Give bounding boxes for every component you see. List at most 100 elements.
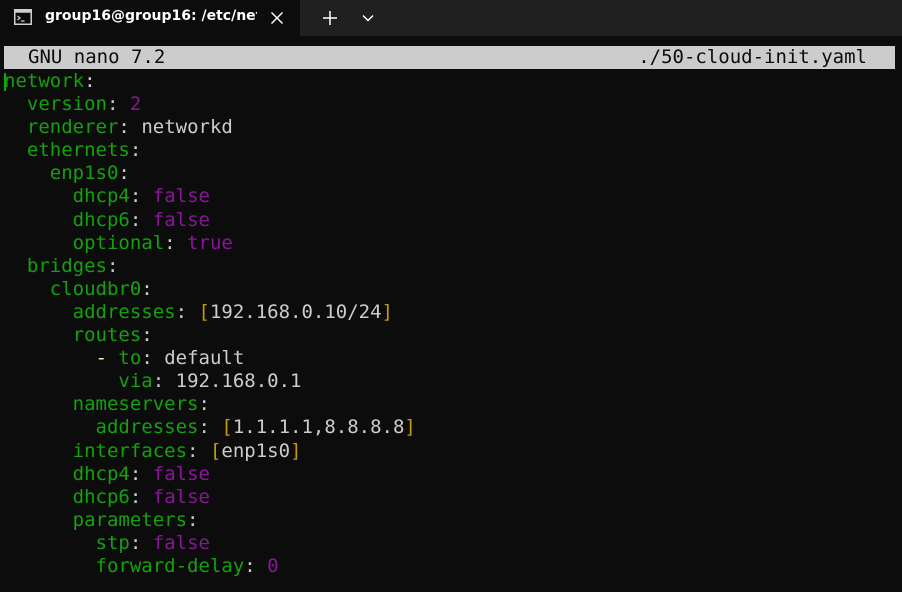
colon: : <box>129 531 142 554</box>
yaml-value: true <box>187 231 233 254</box>
code-line: dhcp4: false <box>4 185 416 208</box>
yaml-key: via <box>118 370 153 393</box>
yaml-value: default <box>164 347 245 370</box>
yaml-value: 1.1.1.1,8.8.8.8 <box>232 416 405 439</box>
yaml-key: enp1s0 <box>49 162 119 185</box>
colon: : <box>175 300 188 323</box>
nano-filename: ./50-cloud-init.yaml <box>638 46 867 68</box>
yaml-key: network <box>4 70 85 92</box>
colon: : <box>141 347 153 370</box>
code-line: - to: default <box>4 347 416 370</box>
yaml-key: forward-delay <box>95 554 245 577</box>
code-line: dhcp6: false <box>4 209 416 232</box>
yaml-key: dhcp6 <box>72 485 130 508</box>
code-line: ethernets: <box>4 139 416 162</box>
code-line: stp: false <box>4 532 416 555</box>
yaml-value: enp1s0 <box>221 439 291 462</box>
tab-title: group16@group16: /etc/netpl <box>45 8 257 24</box>
colon: : <box>106 254 119 277</box>
code-line: nameservers: <box>4 393 416 416</box>
colon: : <box>129 485 142 508</box>
colon: : <box>198 416 210 439</box>
yaml-key: dhcp6 <box>72 208 130 231</box>
yaml-key: to <box>118 347 142 370</box>
code-line: dhcp6: false <box>4 486 416 509</box>
yaml-key: cloudbr0 <box>49 277 142 300</box>
bracket-close: ] <box>290 439 302 462</box>
code-line: bridges: <box>4 255 416 278</box>
yaml-value: 2 <box>129 93 142 116</box>
yaml-key: parameters <box>72 508 188 531</box>
colon: : <box>118 116 130 139</box>
colon: : <box>164 231 176 254</box>
yaml-value: false <box>152 208 210 231</box>
yaml-key: routes <box>72 324 142 347</box>
nano-header-bar: GNU nano 7.2 ./50-cloud-init.yaml <box>4 46 895 69</box>
bracket-close: ] <box>381 300 393 323</box>
code-line: cloudbr0: <box>4 278 416 301</box>
colon: : <box>141 324 153 347</box>
bracket-open: [ <box>221 416 233 439</box>
terminal-icon <box>14 9 32 25</box>
bracket-close: ] <box>404 416 416 439</box>
colon: : <box>129 208 142 231</box>
code-line: addresses: [1.1.1.1,8.8.8.8] <box>4 416 416 439</box>
yaml-key: addresses <box>72 300 176 323</box>
code-line: enp1s0: <box>4 162 416 185</box>
yaml-key: version <box>26 93 107 116</box>
code-line: routes: <box>4 324 416 347</box>
list-dash: - <box>95 347 107 370</box>
code-line: renderer: networkd <box>4 116 416 139</box>
terminal-tab[interactable]: group16@group16: /etc/netpl <box>0 0 300 36</box>
code-line: via: 192.168.0.1 <box>4 370 416 393</box>
yaml-key: optional <box>72 231 165 254</box>
yaml-value: false <box>152 531 210 554</box>
yaml-value: false <box>152 185 210 208</box>
colon: : <box>152 370 165 393</box>
window-titlebar: group16@group16: /etc/netpl <box>0 0 902 36</box>
colon: : <box>118 162 130 185</box>
code-line: network: <box>4 70 416 93</box>
code-line: dhcp4: false <box>4 463 416 486</box>
colon: : <box>129 139 142 162</box>
colon: : <box>129 462 142 485</box>
colon: : <box>198 393 210 416</box>
close-icon[interactable] <box>268 9 286 27</box>
bracket-open: [ <box>209 439 222 462</box>
code-line: addresses: [192.168.0.10/24] <box>4 301 416 324</box>
yaml-key: stp <box>95 531 130 554</box>
yaml-key: dhcp4 <box>72 462 130 485</box>
yaml-key: dhcp4 <box>72 185 130 208</box>
yaml-value: 192.168.0.1 <box>175 370 302 393</box>
colon: : <box>106 93 119 116</box>
yaml-key: bridges <box>26 254 107 277</box>
code-line: version: 2 <box>4 93 416 116</box>
text-cursor <box>4 73 6 91</box>
yaml-key: ethernets <box>26 139 130 162</box>
colon: : <box>141 277 153 300</box>
code-line: forward-delay: 0 <box>4 555 416 578</box>
colon: : <box>129 185 142 208</box>
colon: : <box>187 439 199 462</box>
colon: : <box>187 508 199 531</box>
yaml-value: 192.168.0.10/24 <box>209 300 382 323</box>
plus-icon[interactable] <box>318 7 342 29</box>
yaml-key: addresses <box>95 416 199 439</box>
code-line: optional: true <box>4 232 416 255</box>
yaml-key: nameservers <box>72 393 199 416</box>
yaml-key: renderer <box>26 116 119 139</box>
code-line: parameters: <box>4 509 416 532</box>
yaml-key: interfaces <box>72 439 188 462</box>
colon: : <box>244 554 256 577</box>
yaml-editor-content[interactable]: network: version: 2 renderer: networkd e… <box>4 70 416 578</box>
yaml-value: false <box>152 462 210 485</box>
yaml-value: 0 <box>267 554 279 577</box>
code-line: interfaces: [enp1s0] <box>4 440 416 463</box>
yaml-value: false <box>152 485 210 508</box>
chevron-down-icon[interactable] <box>356 7 380 29</box>
colon: : <box>84 70 96 92</box>
terminal-window[interactable]: GNU nano 7.2 ./50-cloud-init.yaml networ… <box>0 36 902 592</box>
bracket-open: [ <box>198 300 210 323</box>
nano-version: GNU nano 7.2 <box>28 46 166 68</box>
yaml-value: networkd <box>141 116 233 139</box>
